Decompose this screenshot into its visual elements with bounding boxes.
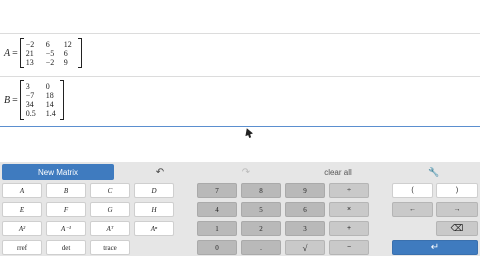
right-bracket — [59, 80, 64, 120]
enter-icon[interactable]: ↵ — [392, 240, 478, 255]
matrix-b-grid: 3 0 −7 18 34 14 0.5 1.4 — [24, 81, 60, 119]
key-8[interactable]: 8 — [241, 183, 281, 198]
key-9[interactable]: 9 — [285, 183, 325, 198]
matrix-cell[interactable]: 18 — [46, 91, 58, 100]
matrix-name: B — [4, 94, 11, 106]
expression-list: A = −2 6 12 21 −5 6 13 −2 9 B = 3 0 −7 1… — [0, 0, 480, 162]
key-rref[interactable]: rref — [2, 240, 42, 255]
matrix-cell[interactable]: 14 — [46, 100, 58, 109]
backspace-icon[interactable]: ⌫ — [436, 221, 478, 236]
matrix-cell[interactable]: 9 — [64, 58, 76, 67]
key-transpose[interactable]: Aᵀ — [90, 221, 130, 236]
key-matrix-f[interactable]: F — [46, 202, 86, 217]
keypad: New Matrix ↶ ↷ clear all 🔧 A B C D E F G… — [0, 162, 480, 256]
key-matrix-e[interactable]: E — [2, 202, 42, 217]
matrix-cell[interactable]: −2 — [26, 40, 40, 49]
matrix-cell[interactable]: 34 — [26, 100, 40, 109]
key-4[interactable]: 4 — [197, 202, 237, 217]
left-bracket — [19, 38, 24, 68]
equals-sign: = — [12, 94, 18, 106]
matrix-cell[interactable]: 3 — [26, 82, 40, 91]
key-matrix-a[interactable]: A — [2, 183, 42, 198]
key-1[interactable]: 1 — [197, 221, 237, 236]
matrix-cell[interactable]: 1.4 — [46, 109, 58, 118]
matrix-cell[interactable]: −5 — [46, 49, 58, 58]
key-open-paren[interactable]: ( — [392, 183, 433, 198]
key-matrix-b[interactable]: B — [46, 183, 86, 198]
matrix-cell[interactable]: 0.5 — [26, 109, 40, 118]
matrix-cell[interactable]: 6 — [64, 49, 76, 58]
matrix-calculator: A = −2 6 12 21 −5 6 13 −2 9 B = 3 0 −7 1… — [0, 0, 480, 256]
key-plus[interactable]: + — [329, 221, 369, 236]
mouse-cursor-icon — [243, 126, 253, 137]
matrix-name: A — [4, 47, 11, 59]
divider — [0, 76, 480, 77]
matrix-a-grid: −2 6 12 21 −5 6 13 −2 9 — [24, 39, 78, 68]
key-2[interactable]: 2 — [241, 221, 281, 236]
undo-icon[interactable]: ↶ — [150, 165, 170, 179]
key-6[interactable]: 6 — [285, 202, 325, 217]
key-7[interactable]: 7 — [197, 183, 237, 198]
key-decimal[interactable]: . — [241, 240, 281, 255]
key-minus[interactable]: − — [329, 240, 369, 255]
key-multiply[interactable]: × — [329, 202, 369, 217]
key-inverse[interactable]: A⁻¹ — [46, 221, 86, 236]
key-square[interactable]: A² — [2, 221, 42, 236]
matrix-cell[interactable]: 21 — [26, 49, 40, 58]
divider — [0, 33, 480, 34]
matrix-a-expression[interactable]: A = −2 6 12 21 −5 6 13 −2 9 — [4, 38, 82, 68]
key-0[interactable]: 0 — [197, 240, 237, 255]
matrix-cell[interactable]: 0 — [46, 82, 58, 91]
matrix-cell[interactable]: 12 — [64, 40, 76, 49]
key-sqrt[interactable]: √ — [285, 240, 325, 255]
key-3[interactable]: 3 — [285, 221, 325, 236]
matrix-cell[interactable]: −2 — [46, 58, 58, 67]
key-divide[interactable]: ÷ — [329, 183, 369, 198]
key-matrix-h[interactable]: H — [134, 202, 174, 217]
matrix-cell[interactable]: 13 — [26, 58, 40, 67]
keypad-toolbar: New Matrix ↶ ↷ clear all 🔧 — [0, 162, 480, 181]
new-matrix-button[interactable]: New Matrix — [2, 164, 114, 180]
key-matrix-c[interactable]: C — [90, 183, 130, 198]
matrix-cell[interactable]: 6 — [46, 40, 58, 49]
key-close-paren[interactable]: ) — [436, 183, 478, 198]
left-bracket — [19, 80, 24, 120]
left-arrow-icon[interactable]: ← — [392, 202, 433, 217]
key-matrix-d[interactable]: D — [134, 183, 174, 198]
key-matrix-g[interactable]: G — [90, 202, 130, 217]
right-arrow-icon[interactable]: → — [436, 202, 478, 217]
key-det[interactable]: det — [46, 240, 86, 255]
redo-icon[interactable]: ↷ — [236, 165, 256, 179]
equals-sign: = — [12, 47, 18, 59]
right-bracket — [77, 38, 82, 68]
key-trace[interactable]: trace — [90, 240, 130, 255]
key-5[interactable]: 5 — [241, 202, 281, 217]
active-expression-line[interactable] — [0, 126, 480, 127]
clear-all-button[interactable]: clear all — [300, 165, 376, 179]
matrix-b-expression[interactable]: B = 3 0 −7 18 34 14 0.5 1.4 — [4, 80, 64, 120]
wrench-icon[interactable]: 🔧 — [424, 165, 444, 179]
matrix-cell[interactable]: −7 — [26, 91, 40, 100]
key-power[interactable]: Aⁿ — [134, 221, 174, 236]
